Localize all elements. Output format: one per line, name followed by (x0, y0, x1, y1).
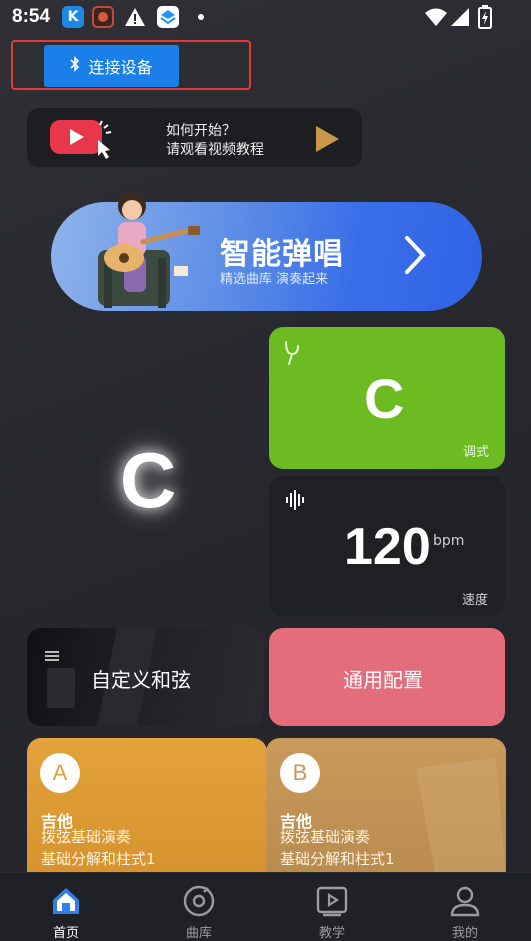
nav-label-teaching: 教学 (318, 926, 345, 941)
nav-label-profile: 我的 (451, 926, 478, 941)
course-badge-b: B (280, 753, 320, 793)
battery-charging-icon (478, 5, 492, 29)
status-time: 8:54 (12, 6, 51, 27)
course-line: 基础分解和柱式1 (280, 850, 395, 868)
video-icon (315, 884, 349, 918)
course-badge-a: A (40, 753, 80, 793)
wifi-icon (424, 7, 448, 27)
disc-icon (182, 884, 216, 918)
home-icon (49, 884, 83, 918)
course-line: 拨弦基础演奏 (280, 828, 371, 846)
chevron-right-icon (402, 234, 428, 276)
nav-item-teaching[interactable]: 教学 (292, 872, 372, 941)
tempo-label: 速度 (462, 593, 489, 608)
nav-label-library: 曲库 (185, 926, 212, 941)
layers-icon (157, 6, 179, 28)
banner-subtitle: 精选曲库 演奏起来 (220, 272, 329, 287)
general-config-label: 通用配置 (343, 668, 423, 692)
current-chord: C (120, 436, 177, 524)
nav-label-home: 首页 (52, 926, 79, 941)
menu-icon (45, 647, 59, 661)
course-line: 基础分解和柱式1 (41, 850, 156, 868)
custom-chord-label: 自定义和弦 (91, 668, 191, 692)
video-play-icon (48, 116, 114, 160)
dot-icon (198, 14, 204, 20)
connect-device-button[interactable]: 连接设备 (44, 45, 179, 87)
tutorial-title: 如何开始？ (166, 123, 236, 139)
warning-icon (124, 7, 146, 27)
guitar-girl-illustration (84, 186, 204, 312)
tempo-value: 120 (344, 518, 431, 576)
tuning-key: C (364, 367, 405, 430)
user-icon (448, 884, 482, 918)
tuning-fork-icon (282, 340, 302, 366)
nav-item-profile[interactable]: 我的 (425, 872, 505, 941)
play-icon[interactable] (314, 125, 340, 153)
banner-title: 智能弹唱 (220, 237, 344, 272)
nav-item-library[interactable]: 曲库 (159, 872, 239, 941)
bluetooth-icon (70, 56, 80, 76)
course-line: 拨弦基础演奏 (41, 828, 132, 846)
tutorial-subtitle: 请观看视频教程 (166, 142, 264, 158)
connect-device-label: 连接设备 (88, 58, 153, 77)
sound-wave-icon (285, 490, 307, 510)
signal-icon (450, 7, 470, 27)
tuning-label: 调式 (463, 445, 490, 460)
nav-item-home[interactable]: 首页 (26, 872, 106, 941)
kuaishou-icon: K (62, 6, 84, 28)
tempo-unit: bpm (433, 533, 465, 549)
app-icon (92, 6, 114, 28)
